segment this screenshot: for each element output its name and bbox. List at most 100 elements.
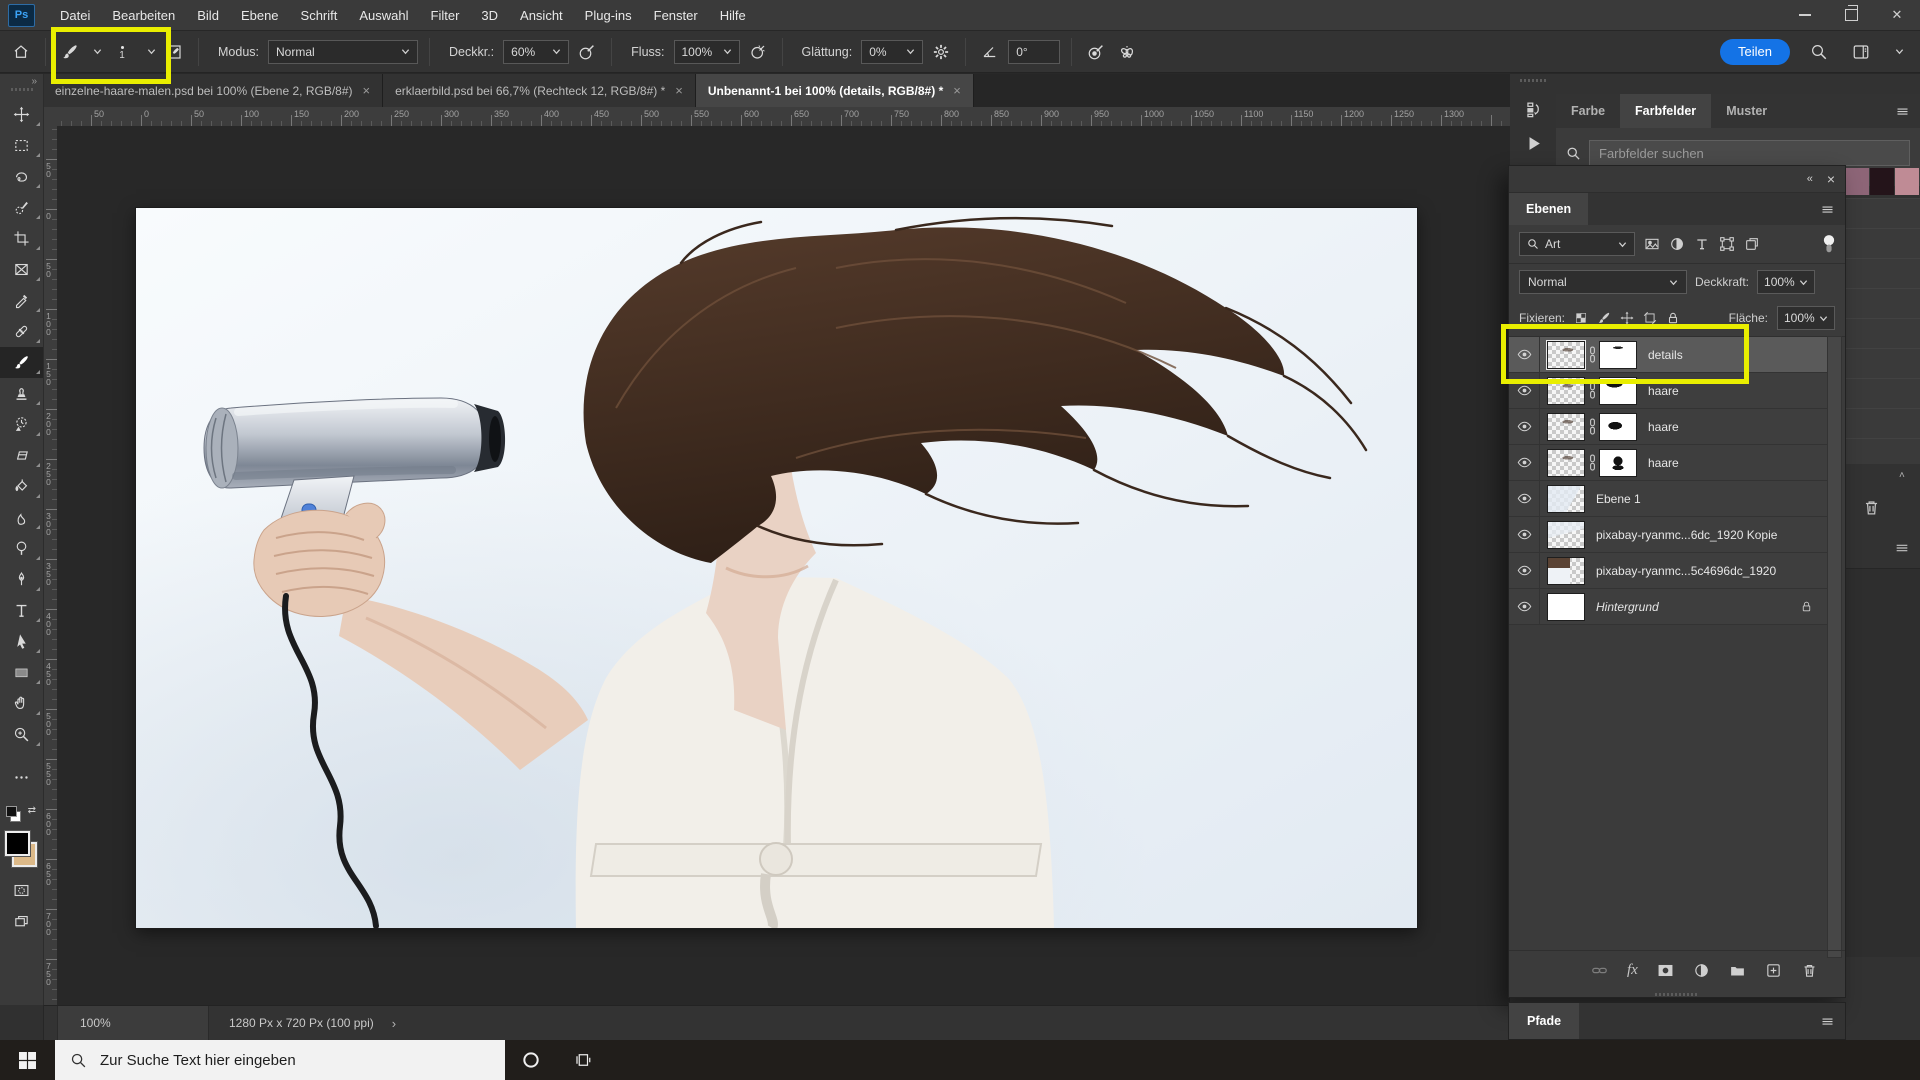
tool-smudge[interactable] — [0, 502, 43, 533]
tool-paint-bucket[interactable] — [0, 471, 43, 502]
document-tab-1[interactable]: einzelne-haare-malen.psd bei 100% (Ebene… — [43, 74, 383, 107]
mask-link-icon[interactable] — [1584, 381, 1600, 400]
collapse-panel-icon[interactable]: « — [1807, 173, 1813, 185]
foreground-color-swatch[interactable] — [5, 831, 30, 856]
layer-mask-thumbnail[interactable] — [1600, 414, 1636, 440]
tab-ebenen[interactable]: Ebenen — [1509, 193, 1588, 225]
layer-row-pixabay-ryanmc-6dc-1920-kopie[interactable]: pixabay-ryanmc...6dc_1920 Kopie — [1509, 517, 1827, 553]
flaeche-field[interactable]: 100% — [1777, 306, 1835, 330]
swatch-chip[interactable] — [1870, 168, 1894, 195]
swatch-group-rows[interactable] — [1845, 198, 1920, 464]
layer-name[interactable]: haare — [1648, 420, 1679, 434]
layer-visibility-icon[interactable] — [1509, 553, 1540, 588]
layer-thumbnail[interactable] — [1548, 594, 1584, 620]
tab-close-icon[interactable]: × — [953, 83, 961, 98]
tool-history-brush[interactable] — [0, 409, 43, 440]
history-panel-icon[interactable] — [1510, 92, 1556, 126]
layer-row-ebene-1[interactable]: Ebene 1 — [1509, 481, 1827, 517]
lock-transparency-icon[interactable] — [1574, 311, 1588, 325]
layer-thumbnail[interactable] — [1548, 558, 1584, 584]
new-group-icon[interactable] — [1729, 962, 1746, 979]
start-button[interactable] — [0, 1040, 55, 1080]
tab-pfade[interactable]: Pfade — [1509, 1003, 1579, 1039]
swatch-search-input[interactable]: Farbfelder suchen — [1589, 140, 1910, 166]
teilen-button[interactable]: Teilen — [1720, 39, 1790, 65]
mask-link-icon[interactable] — [1584, 345, 1600, 364]
layer-style-icon[interactable]: fx — [1627, 962, 1638, 979]
tool-dodge[interactable] — [0, 533, 43, 564]
filter-type-layers-icon[interactable] — [1694, 236, 1710, 252]
filter-adjustment-layers-icon[interactable] — [1669, 236, 1685, 252]
layer-row-haare[interactable]: haare — [1509, 445, 1827, 481]
mask-link-icon[interactable] — [1584, 453, 1600, 472]
workspace-icon[interactable] — [1848, 39, 1874, 65]
layer-thumbnail[interactable] — [1548, 522, 1584, 548]
layer-name[interactable]: Ebene 1 — [1596, 492, 1641, 506]
layer-mask-thumbnail[interactable] — [1600, 378, 1636, 404]
tool-brush[interactable] — [0, 347, 43, 378]
swatch-chip[interactable] — [1845, 168, 1869, 195]
layer-row-hintergrund[interactable]: Hintergrund — [1509, 589, 1827, 625]
menu-filter[interactable]: Filter — [420, 0, 471, 30]
layer-name[interactable]: pixabay-ryanmc...6dc_1920 Kopie — [1596, 528, 1777, 542]
panel-tab-farbfelder[interactable]: Farbfelder — [1620, 94, 1711, 128]
screen-mode-icon[interactable] — [0, 906, 43, 937]
gear-icon[interactable] — [928, 39, 954, 65]
lock-pixels-icon[interactable] — [1597, 311, 1611, 325]
layer-visibility-icon[interactable] — [1509, 337, 1540, 372]
tool-hand[interactable] — [0, 688, 43, 719]
quick-mask-icon[interactable] — [0, 875, 43, 906]
layer-visibility-icon[interactable] — [1509, 589, 1540, 624]
layer-visibility-icon[interactable] — [1509, 409, 1540, 444]
layer-name[interactable]: Hintergrund — [1596, 600, 1659, 614]
layer-thumbnail[interactable] — [1548, 450, 1584, 476]
layer-row-details[interactable]: details — [1509, 337, 1827, 373]
tool-quick-selection[interactable] — [0, 192, 43, 223]
menu-3d[interactable]: 3D — [470, 0, 509, 30]
edit-toolbar-icon[interactable] — [0, 762, 43, 793]
filter-shape-layers-icon[interactable] — [1719, 236, 1735, 252]
layer-visibility-icon[interactable] — [1509, 445, 1540, 480]
layers-scrollbar[interactable] — [1827, 336, 1842, 958]
layer-row-haare[interactable]: haare — [1509, 373, 1827, 409]
airbrush-icon[interactable] — [745, 39, 771, 65]
horizontal-ruler[interactable]: 5005010015020025030035040045050055060065… — [57, 107, 1510, 127]
panel-resize-grip[interactable] — [1655, 993, 1699, 996]
menu-schrift[interactable]: Schrift — [290, 0, 349, 30]
blend-mode-select[interactable]: Normal — [1519, 270, 1687, 294]
layer-name[interactable]: details — [1648, 348, 1683, 362]
tool-type[interactable] — [0, 595, 43, 626]
filter-toggle-icon[interactable] — [1823, 234, 1835, 255]
menu-bearbeiten[interactable]: Bearbeiten — [101, 0, 186, 30]
filter-smart-objects-icon[interactable] — [1744, 236, 1760, 252]
tab-close-icon[interactable]: × — [363, 83, 371, 98]
panel-menu-icon[interactable] — [1894, 540, 1910, 556]
canvas[interactable] — [136, 208, 1417, 928]
fluss-field[interactable]: 100% — [674, 40, 740, 64]
panel-tab-farbe[interactable]: Farbe — [1556, 94, 1620, 128]
add-mask-icon[interactable] — [1657, 962, 1674, 979]
scroll-up-icon[interactable]: ˄ — [1899, 470, 1905, 481]
swap-colors-icon[interactable]: ⇄ — [28, 805, 36, 816]
layer-thumbnail[interactable] — [1548, 414, 1584, 440]
taskbar-search[interactable]: Zur Suche Text hier eingeben — [55, 1040, 505, 1080]
layer-row-pixabay-ryanmc-5c4696dc-1920[interactable]: pixabay-ryanmc...5c4696dc_1920 — [1509, 553, 1827, 589]
cortana-button[interactable] — [505, 1040, 557, 1080]
menu-datei[interactable]: Datei — [49, 0, 101, 30]
pressure-opacity-icon[interactable] — [574, 39, 600, 65]
new-layer-icon[interactable] — [1765, 962, 1782, 979]
tool-path-selection[interactable] — [0, 626, 43, 657]
butterfly-icon[interactable] — [1114, 39, 1140, 65]
chevron-down-icon[interactable] — [1895, 47, 1904, 56]
filter-pixel-layers-icon[interactable] — [1644, 236, 1660, 252]
tool-rectangle-shape[interactable] — [0, 657, 43, 688]
layer-thumbnail[interactable] — [1548, 342, 1584, 368]
zoom-level-field[interactable]: 100% — [57, 1006, 209, 1040]
brush-preset-picker[interactable]: 1 — [107, 43, 137, 61]
layer-mask-thumbnail[interactable] — [1600, 342, 1636, 368]
document-tab-3[interactable]: Unbenannt-1 bei 100% (details, RGB/8#) *… — [696, 74, 974, 107]
menu-bild[interactable]: Bild — [186, 0, 230, 30]
close-panel-icon[interactable]: × — [1827, 171, 1835, 187]
paths-menu-icon[interactable] — [1820, 1003, 1845, 1039]
tool-crop[interactable] — [0, 223, 43, 254]
